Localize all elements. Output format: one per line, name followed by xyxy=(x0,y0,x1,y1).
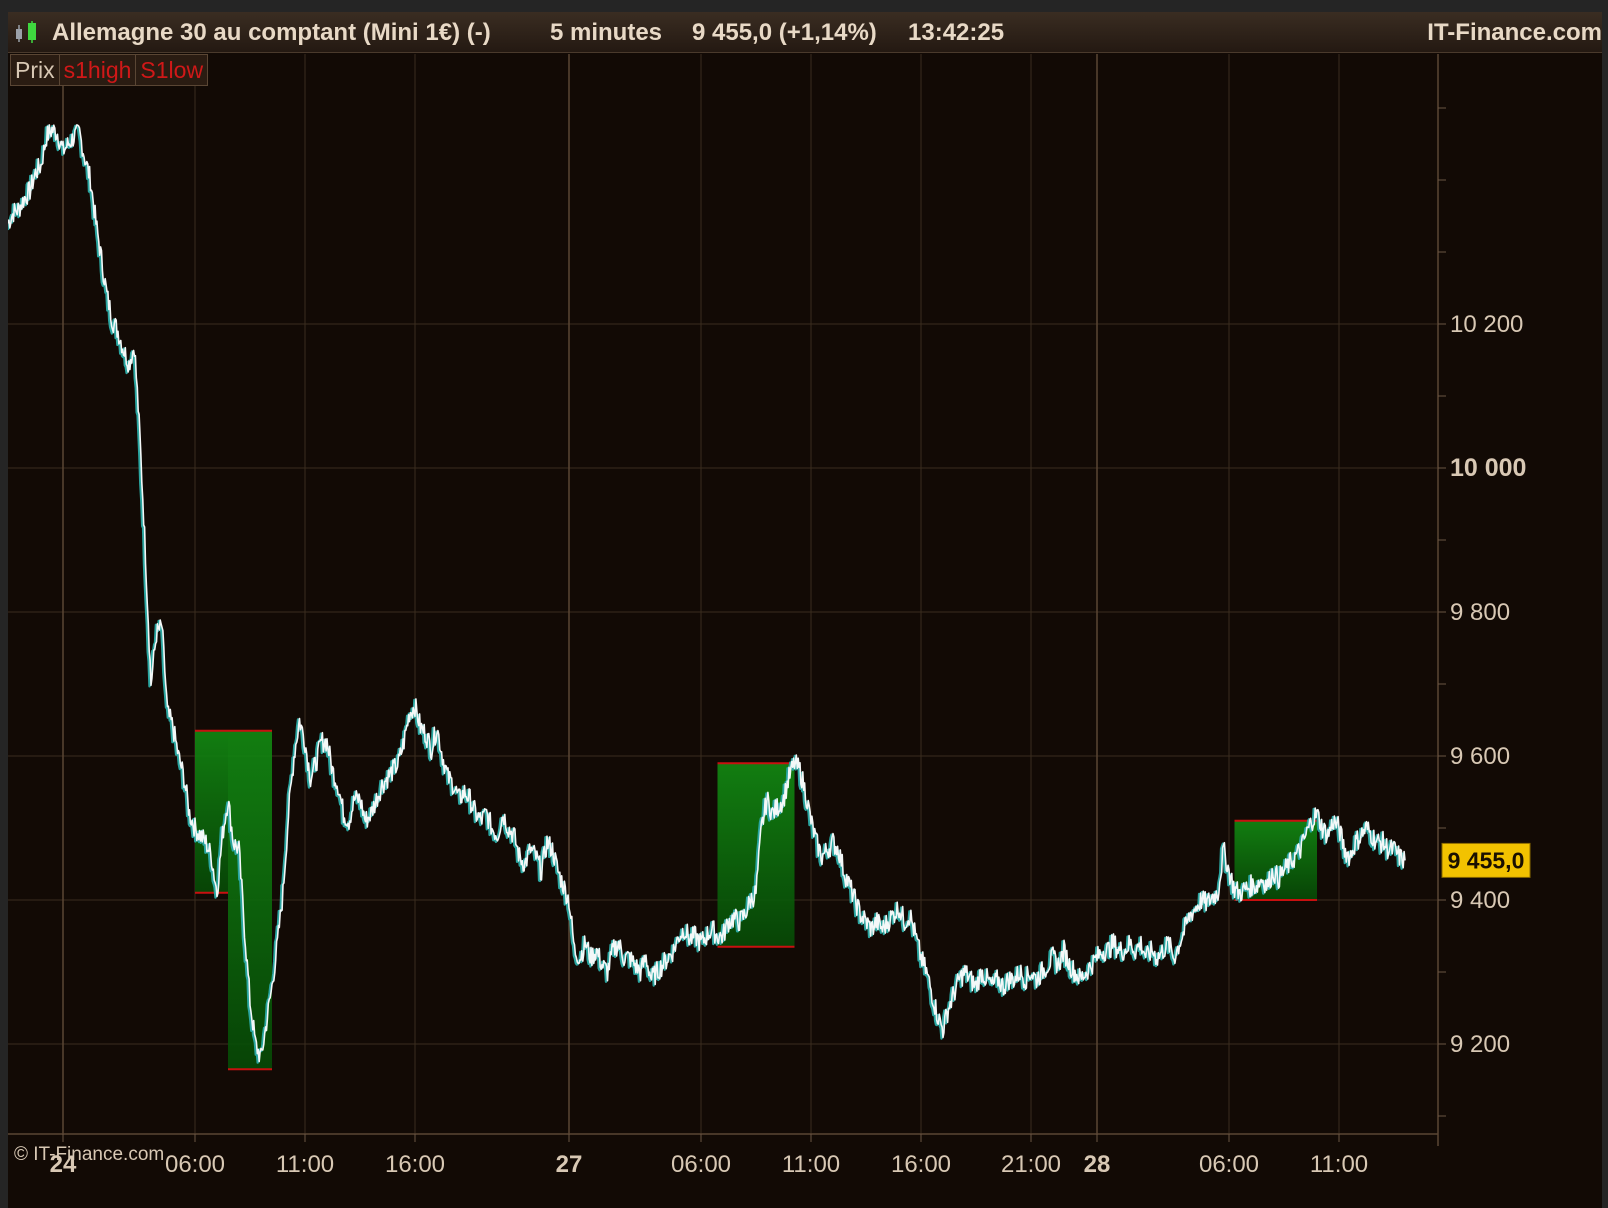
legend-s1high[interactable]: s1high xyxy=(60,55,137,85)
y-tick-label: 9 400 xyxy=(1450,887,1510,914)
x-tick-label: 06:00 xyxy=(1199,1151,1259,1178)
price-line xyxy=(8,124,1406,1063)
x-tick-label: 06:00 xyxy=(671,1151,731,1178)
x-tick-label: 21:00 xyxy=(1001,1151,1061,1178)
last-price-label: 9 455,0 (+1,14%) xyxy=(692,19,877,46)
x-tick-label: 16:00 xyxy=(891,1151,951,1178)
x-tick-label: 16:00 xyxy=(385,1151,445,1178)
x-tick-label: 27 xyxy=(556,1151,583,1178)
x-tick-label: 11:00 xyxy=(1310,1151,1368,1178)
x-tick-label: 11:00 xyxy=(782,1151,840,1178)
y-tick-label: 10 000 xyxy=(1450,454,1526,482)
title-bar: Allemagne 30 au comptant (Mini 1€) (-) 5… xyxy=(8,12,1602,53)
timeframe-label[interactable]: 5 minutes xyxy=(550,19,662,47)
y-tick-label: 9 200 xyxy=(1450,1031,1510,1058)
indicator-legend: Prix s1high S1low xyxy=(10,54,209,86)
x-tick-label: 11:00 xyxy=(276,1151,334,1178)
brand-label: IT-Finance.com xyxy=(1427,19,1602,46)
chart-window: 9 200 9 400 9 600 9 800 10 000 10 200 24 06:00 1… xyxy=(8,12,1602,1208)
price-chart[interactable]: 9 2009 4009 6009 80010 00010 20024 06:00 1… xyxy=(8,12,1602,1208)
grid xyxy=(8,54,1438,1134)
x-tick-label: 28 xyxy=(1084,1151,1111,1178)
copyright-label: © IT-Finance.com xyxy=(14,1144,165,1165)
price-badge-text: 9 455,0 xyxy=(1448,847,1525,873)
time-label: 13:42:25 xyxy=(908,19,1005,46)
current-price-badge: 9 455,0 xyxy=(1441,842,1531,878)
legend-s1low[interactable]: S1low xyxy=(136,55,207,85)
y-tick-label: 10 200 xyxy=(1450,311,1523,338)
y-tick-label: 9 600 xyxy=(1450,743,1510,770)
y-tick-label: 9 800 xyxy=(1450,599,1510,626)
instrument-name: Allemagne 30 au comptant (Mini 1€) (-) xyxy=(52,19,491,46)
price-line-shadow xyxy=(8,124,1404,1064)
x-tick-label: 06:00 xyxy=(165,1151,225,1178)
price-series xyxy=(8,124,1406,1064)
legend-prix[interactable]: Prix xyxy=(11,55,60,85)
candlestick-icon xyxy=(16,21,36,43)
